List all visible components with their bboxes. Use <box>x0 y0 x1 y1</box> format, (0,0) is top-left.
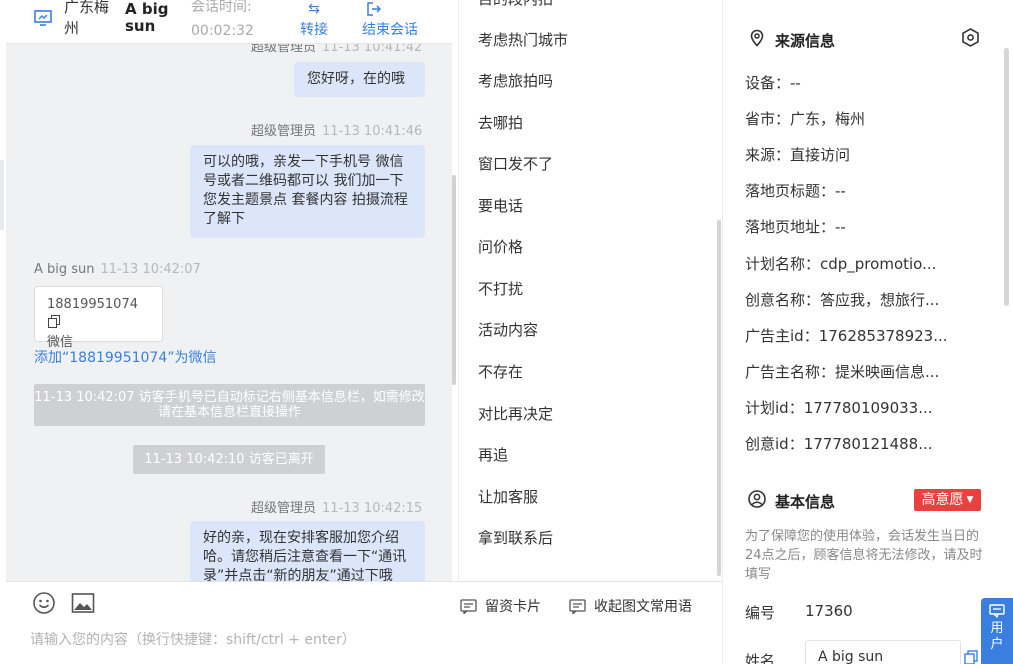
intent-badge-label: 高意愿 <box>921 492 964 508</box>
user-float-button[interactable]: 用户 <box>981 598 1013 664</box>
collapse-phrases-button[interactable]: 收起图文常用语 <box>569 596 692 616</box>
source-info-title: 来源信息 <box>775 32 836 50</box>
message-time: 11-13 10:42:07 <box>100 262 201 277</box>
name-label: 姓名 <box>745 652 776 664</box>
chat-column: 超级管理员 11-13 10:41:42 您好呀，在的哦 超级管理员 11-13 1… <box>0 0 458 664</box>
session-time-label: 会话时间: <box>191 0 252 15</box>
quick-reply-item[interactable]: 问价格 <box>478 236 523 257</box>
message-list[interactable]: 超级管理员 11-13 10:41:42 您好呀，在的哦 超级管理员 11-13 1… <box>6 0 452 581</box>
copy-icon[interactable] <box>48 315 60 328</box>
copy-icon[interactable] <box>964 650 978 664</box>
end-session-label: 结束会话 <box>362 22 418 38</box>
source-row-plan-id: 计划id：177780109033... <box>745 399 933 417</box>
chat-header: 广东梅州 A big sun 会话时间: 00:02:32 ⇆ 转接 结束会话 <box>6 0 452 44</box>
quick-replies-scrollbar[interactable] <box>717 220 721 576</box>
id-label: 编号 <box>745 604 776 622</box>
basic-info-note: 为了保障您的使用体验，会话发生当日的24点之后，顾客信息将无法修改，请及时填写 <box>745 529 983 582</box>
visitor-name: A big sun <box>125 0 169 35</box>
card-icon <box>460 599 477 615</box>
quick-reply-item[interactable]: 不存在 <box>478 361 523 382</box>
agent-message-bubble: 可以的哦，亲发一下手机号 微信号或者二维码都可以 我们加一下 您发主题景点 套餐… <box>190 145 425 238</box>
lead-card-label: 留资卡片 <box>485 599 541 615</box>
agent-message-bubble: 好的亲，现在安排客服加您介绍哈。请您稍后注意查看一下“通讯录”并点击“新的朋友”… <box>190 521 425 581</box>
sender-name: 超级管理员 <box>251 501 317 516</box>
intent-badge[interactable]: 高意愿 ▼ <box>914 489 981 511</box>
message-meta: 超级管理员 11-13 10:42:15 <box>251 497 422 516</box>
session-time: 00:02:32 <box>191 23 254 39</box>
visitor-info-panel: 来源信息 设备：-- 省市：广东，梅州 来源：直接访问 落地页标题：-- 落地页… <box>722 0 1013 664</box>
end-session-button[interactable]: 结束会话 <box>362 0 432 40</box>
collapse-phrases-label: 收起图文常用语 <box>594 599 692 615</box>
transfer-label: 转接 <box>300 22 328 38</box>
visitor-location: 广东梅州 <box>64 0 110 37</box>
location-pin-icon <box>750 29 764 47</box>
user-circle-icon <box>748 490 766 508</box>
user-float-label: 用户 <box>990 621 1004 652</box>
message-text: 您好呀，在的哦 <box>307 71 405 87</box>
message-time: 11-13 10:42:15 <box>322 501 423 516</box>
message-icon <box>569 599 586 615</box>
quick-reply-item[interactable]: 要电话 <box>478 195 523 216</box>
message-time: 11-13 10:41:46 <box>322 124 423 139</box>
emoji-icon[interactable] <box>32 591 56 615</box>
id-value: 17360 <box>805 602 853 620</box>
quick-reply-item[interactable]: 去哪拍 <box>478 112 523 133</box>
source-row-creative-id: 创意id：177780121488... <box>745 435 933 453</box>
lead-card-button[interactable]: 留资卡片 <box>460 596 541 616</box>
quick-reply-item[interactable]: 不打扰 <box>478 278 523 299</box>
info-panel-scrollbar[interactable] <box>1004 48 1009 306</box>
transfer-icon: ⇆ <box>308 1 320 17</box>
basic-info-title: 基本信息 <box>775 493 836 511</box>
quick-reply-item[interactable]: 考虑热门城市 <box>478 29 568 50</box>
quick-reply-item[interactable]: 目的段内拍 <box>478 0 553 9</box>
quick-reply-item[interactable]: 对比再决定 <box>478 403 553 424</box>
name-value: A big sun <box>818 649 884 664</box>
message-list-scrollbar[interactable] <box>452 175 456 385</box>
message-meta: A big sun 11-13 10:42:07 <box>34 262 201 277</box>
quick-replies-panel: 目的段内拍 考虑热门城市 考虑旅拍吗 去哪拍 窗口发不了 要电话 问价格 不打扰… <box>458 0 722 581</box>
settings-hex-icon[interactable] <box>961 28 980 47</box>
source-row-province-city: 省市：广东，梅州 <box>745 110 866 128</box>
message-meta: 超级管理员 11-13 10:41:46 <box>251 120 422 139</box>
transfer-button[interactable]: ⇆ 转接 <box>292 0 336 40</box>
source-row-source: 来源：直接访问 <box>745 146 851 164</box>
quick-reply-item[interactable]: 让加客服 <box>478 486 538 507</box>
source-row-advertiser-name: 广告主名称：提米映画信息... <box>745 363 940 381</box>
chat-workspace: 超级管理员 11-13 10:41:42 您好呀，在的哦 超级管理员 11-13 1… <box>0 0 1013 664</box>
left-edge-tab <box>0 160 4 230</box>
quick-reply-item[interactable]: 窗口发不了 <box>478 153 553 174</box>
sender-name: A big sun <box>34 262 95 277</box>
chat-bubble-icon <box>989 604 1005 618</box>
contact-card[interactable]: 18819951074 微信 <box>34 286 163 350</box>
exit-icon <box>362 0 432 20</box>
monitor-icon <box>34 10 52 26</box>
sender-name: 超级管理员 <box>251 124 317 139</box>
source-row-landing-title: 落地页标题：-- <box>745 182 846 200</box>
card-phone-number: 18819951074 <box>47 297 138 312</box>
source-row-device: 设备：-- <box>745 74 801 92</box>
system-notice: 11-13 10:42:07 访客手机号已自动标记右侧基本信息栏，如需修改请在基… <box>34 384 425 426</box>
message-text: 可以的哦，亲发一下手机号 微信号或者二维码都可以 我们加一下 您发主题景点 套餐… <box>203 154 408 227</box>
message-composer: 留资卡片 收起图文常用语 <box>6 581 722 664</box>
source-row-creative-name: 创意名称：答应我，想旅行... <box>745 291 940 309</box>
source-row-advertiser-id: 广告主id：176285378923... <box>745 327 948 345</box>
caret-down-icon: ▼ <box>966 495 974 505</box>
source-row-landing-url: 落地页地址：-- <box>745 218 846 236</box>
name-field[interactable]: A big sun <box>805 640 961 664</box>
quick-reply-item[interactable]: 考虑旅拍吗 <box>478 70 553 91</box>
quick-reply-item[interactable]: 拿到联系后 <box>478 527 553 548</box>
add-wechat-link[interactable]: 添加“18819951074”为微信 <box>34 347 217 367</box>
image-icon[interactable] <box>71 591 95 615</box>
message-input[interactable] <box>30 632 630 648</box>
quick-reply-item[interactable]: 再追 <box>478 444 508 465</box>
agent-message-bubble: 您好呀，在的哦 <box>294 62 425 97</box>
system-notice: 11-13 10:42:10 访客已离开 <box>133 445 325 474</box>
message-text: 好的亲，现在安排客服加您介绍哈。请您稍后注意查看一下“通讯录”并点击“新的朋友”… <box>203 530 407 581</box>
source-row-plan-name: 计划名称：cdp_promotio... <box>745 255 937 273</box>
quick-reply-item[interactable]: 活动内容 <box>478 319 538 340</box>
